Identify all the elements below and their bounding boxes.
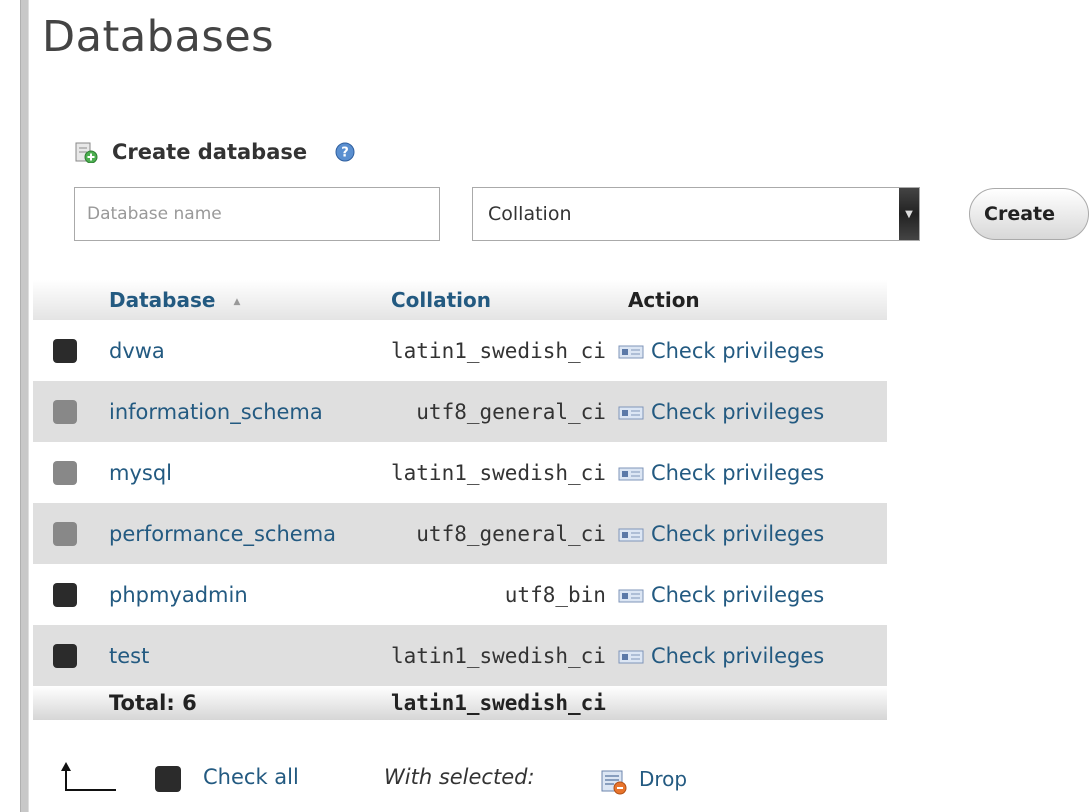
database-collation: utf8_general_ci — [391, 503, 618, 564]
arrow-up-left-icon — [61, 762, 116, 791]
row-checkbox-disabled — [53, 461, 77, 485]
table-row: mysql latin1_swedish_ci Check privileges — [33, 442, 887, 503]
database-name-link[interactable]: mysql — [109, 442, 391, 503]
row-checkbox-disabled — [53, 522, 77, 546]
check-privileges-label[interactable]: Check privileges — [651, 583, 824, 607]
check-all-link[interactable]: Check all — [203, 765, 299, 789]
column-header-action: Action — [617, 280, 887, 320]
row-checkbox[interactable] — [53, 583, 77, 607]
drop-database-icon[interactable] — [600, 768, 628, 796]
create-button[interactable]: Create — [969, 188, 1089, 240]
row-checkbox-cell — [33, 625, 109, 686]
check-privileges-link[interactable]: Check privileges — [617, 503, 887, 564]
privileges-icon — [618, 528, 644, 541]
privileges-icon — [618, 589, 644, 602]
total-count: Total: 6 — [109, 686, 391, 720]
column-header-database-label[interactable]: Database — [109, 288, 215, 312]
database-name-input[interactable] — [74, 187, 440, 241]
column-header-database[interactable]: Database ▲ — [109, 280, 391, 320]
sort-ascending-icon: ▲ — [233, 296, 241, 307]
column-header-collation-label[interactable]: Collation — [391, 288, 491, 312]
database-name-link[interactable]: information_schema — [109, 381, 391, 442]
drop-link[interactable]: Drop — [639, 767, 687, 791]
table-row: test latin1_swedish_ci Check privileges — [33, 625, 887, 686]
check-privileges-label[interactable]: Check privileges — [651, 644, 824, 668]
total-action-spacer — [617, 686, 887, 720]
database-add-icon — [75, 142, 98, 163]
table-total-row: Total: 6 latin1_swedish_ci — [33, 686, 887, 720]
check-privileges-link[interactable]: Check privileges — [617, 320, 887, 381]
database-collation: latin1_swedish_ci — [391, 625, 618, 686]
header-checkbox-spacer — [33, 280, 109, 320]
row-checkbox-cell — [33, 442, 109, 503]
check-privileges-link[interactable]: Check privileges — [617, 381, 887, 442]
left-frame-border — [20, 0, 29, 812]
privileges-icon — [618, 406, 644, 419]
check-privileges-link[interactable]: Check privileges — [617, 442, 887, 503]
privileges-icon — [618, 345, 644, 358]
create-database-heading: Create database ? — [74, 140, 355, 164]
privileges-icon — [618, 467, 644, 480]
help-icon[interactable]: ? — [335, 142, 355, 162]
check-privileges-link[interactable]: Check privileges — [617, 625, 887, 686]
databases-table: Database ▲ Collation Action dvwa latin1_s… — [33, 280, 887, 720]
chevron-down-icon[interactable]: ▼ — [899, 188, 919, 240]
create-database-label: Create database — [112, 140, 308, 164]
total-collation: latin1_swedish_ci — [391, 686, 618, 720]
check-privileges-label[interactable]: Check privileges — [651, 400, 824, 424]
table-row: dvwa latin1_swedish_ci Check privileges — [33, 320, 887, 381]
table-row: phpmyadmin utf8_bin Check privileges — [33, 564, 887, 625]
row-checkbox-disabled — [53, 400, 77, 424]
total-spacer — [33, 686, 109, 720]
database-name-link[interactable]: dvwa — [109, 320, 391, 381]
row-checkbox[interactable] — [53, 339, 77, 363]
check-privileges-link[interactable]: Check privileges — [617, 564, 887, 625]
check-privileges-label[interactable]: Check privileges — [651, 522, 824, 546]
database-name-link[interactable]: performance_schema — [109, 503, 391, 564]
database-collation: latin1_swedish_ci — [391, 320, 618, 381]
with-selected-label: With selected: — [384, 765, 535, 789]
collation-select[interactable]: Collation ▼ — [472, 187, 920, 241]
privileges-icon — [618, 650, 644, 663]
database-collation: utf8_bin — [391, 564, 618, 625]
table-row: information_schema utf8_general_ci Check… — [33, 381, 887, 442]
check-privileges-label[interactable]: Check privileges — [651, 339, 824, 363]
database-name-link[interactable]: phpmyadmin — [109, 564, 391, 625]
row-checkbox-cell — [33, 381, 109, 442]
database-collation: latin1_swedish_ci — [391, 442, 618, 503]
bulk-actions-footer: Check all With selected: Drop — [52, 760, 752, 800]
check-privileges-label[interactable]: Check privileges — [651, 461, 824, 485]
check-all-checkbox[interactable] — [155, 766, 181, 792]
row-checkbox[interactable] — [53, 644, 77, 668]
row-checkbox-cell — [33, 503, 109, 564]
row-checkbox-cell — [33, 320, 109, 381]
database-collation: utf8_general_ci — [391, 381, 618, 442]
database-name-link[interactable]: test — [109, 625, 391, 686]
table-row: performance_schema utf8_general_ci Check… — [33, 503, 887, 564]
collation-select-value: Collation — [488, 203, 572, 225]
svg-text:?: ? — [341, 146, 349, 161]
row-checkbox-cell — [33, 564, 109, 625]
column-header-collation[interactable]: Collation — [391, 280, 618, 320]
table-header-row: Database ▲ Collation Action — [33, 280, 887, 320]
page-title: Databases — [42, 12, 275, 62]
